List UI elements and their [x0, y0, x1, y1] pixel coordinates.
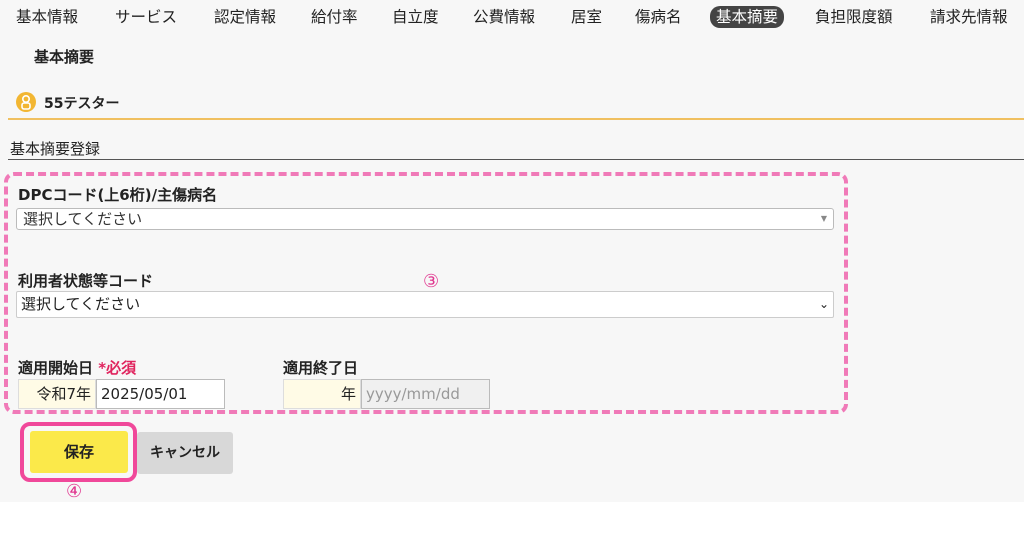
tab-basic-info[interactable]: 基本情報 [16, 6, 78, 28]
dpc-select-value: 選択してください [23, 210, 143, 228]
page-title: 基本摘要 [34, 48, 95, 66]
end-date-input[interactable]: yyyy/mm/dd [361, 379, 490, 409]
end-era: 年 [283, 379, 361, 409]
dpc-label: DPCコード(上6桁)/主傷病名 [18, 186, 218, 204]
status-code-select[interactable]: 選択してください ⌄ [16, 291, 834, 318]
caret-down-icon: ▼ [820, 214, 827, 223]
tab-burden-limit[interactable]: 負担限度額 [815, 6, 893, 28]
tab-billing-info[interactable]: 請求先情報 [930, 6, 1008, 28]
save-button[interactable]: 保存 [30, 431, 128, 473]
form-title: 基本摘要登録 [10, 140, 101, 158]
chevron-down-icon: ⌄ [818, 297, 829, 311]
required-mark: *必須 [98, 359, 137, 377]
form-title-divider [8, 159, 1024, 160]
tab-basic-summary[interactable]: 基本摘要 [710, 6, 785, 28]
start-date-label-text: 適用開始日 [18, 359, 94, 377]
dpc-select[interactable]: 選択してください ▼ [16, 208, 834, 230]
cancel-button[interactable]: キャンセル [137, 432, 233, 474]
user-icon [16, 92, 36, 112]
form-marker: ③ [423, 271, 440, 292]
status-code-select-value: 選択してください [21, 295, 141, 313]
user-divider [8, 118, 1024, 120]
status-code-label: 利用者状態等コード [18, 272, 154, 290]
start-date-input[interactable]: 2025/05/01 [96, 379, 225, 409]
user-name: 55テスター [44, 96, 120, 112]
tab-independence[interactable]: 自立度 [392, 6, 439, 28]
tab-room[interactable]: 居室 [571, 6, 602, 28]
tab-certification[interactable]: 認定情報 [214, 6, 276, 28]
tab-service[interactable]: サービス [115, 6, 177, 28]
tab-benefit-rate[interactable]: 給付率 [311, 6, 358, 28]
tab-bar: 基本情報 サービス 認定情報 給付率 自立度 公費情報 居室 傷病名 基本摘要 … [0, 0, 1024, 36]
save-marker: ④ [66, 481, 83, 502]
end-date-label: 適用終了日 [283, 359, 359, 377]
start-date-label: 適用開始日 *必須 [18, 357, 136, 378]
tab-disease[interactable]: 傷病名 [635, 6, 682, 28]
tab-public-expense[interactable]: 公費情報 [473, 6, 535, 28]
start-era: 令和7年 [18, 379, 96, 409]
